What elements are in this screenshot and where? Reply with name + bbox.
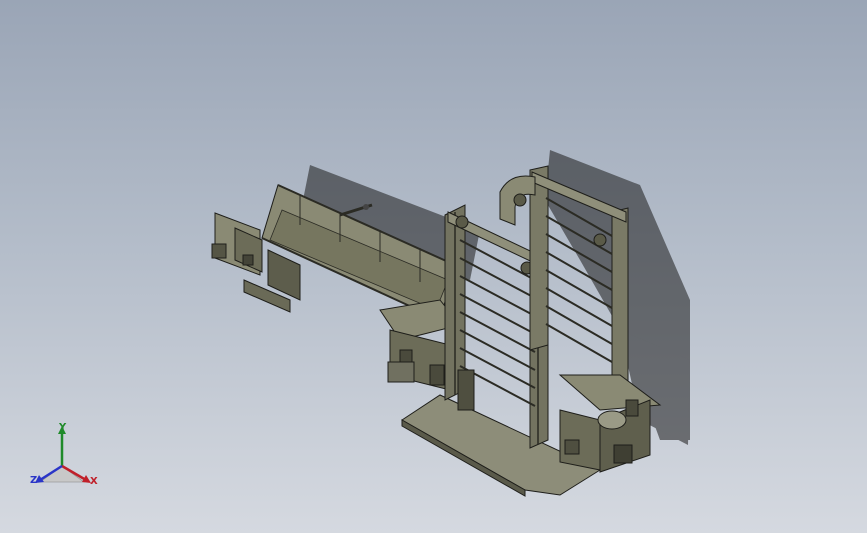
x-axis-label: X [90, 476, 98, 487]
assembly-model[interactable] [0, 0, 867, 533]
left-motor-block [211, 212, 263, 276]
cad-viewport[interactable]: X Y Z [0, 0, 867, 533]
y-axis-label: Y [59, 422, 67, 433]
z-axis-label: Z [30, 475, 38, 486]
